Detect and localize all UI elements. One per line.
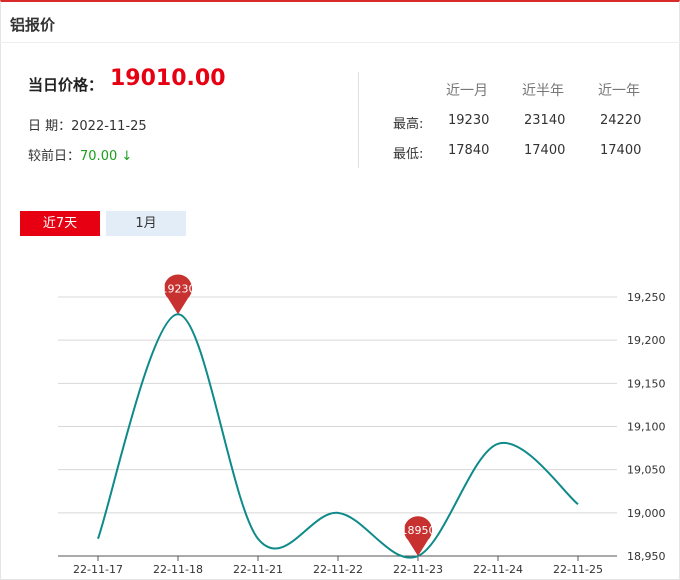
marker-label: 18950 <box>401 524 436 537</box>
price-series-line <box>97 313 579 559</box>
x-tick-label: 22-11-23 <box>393 563 443 576</box>
data-point-marker: 19230 <box>161 274 196 315</box>
data-point-marker: 18950 <box>401 516 436 556</box>
x-tick-label: 22-11-18 <box>153 563 203 576</box>
price-line-chart: 19,250 19,200 19,150 19,100 19,050 19,000 18,9… <box>58 274 666 576</box>
y-tick-label: 19,200 <box>627 334 666 347</box>
y-tick-label: 19,150 <box>627 377 666 390</box>
y-tick-label: 19,100 <box>627 421 666 434</box>
y-tick-label: 19,250 <box>627 291 666 304</box>
y-tick-label: 19,050 <box>627 464 666 477</box>
x-tick-label: 22-11-24 <box>473 563 523 576</box>
marker-label: 19230 <box>161 282 196 295</box>
x-tick-label: 22-11-22 <box>313 563 363 576</box>
x-tick-label: 22-11-25 <box>553 563 603 576</box>
x-tick-label: 22-11-21 <box>233 563 283 576</box>
x-tick-label: 22-11-17 <box>73 563 123 576</box>
y-tick-label: 18,950 <box>627 550 666 563</box>
y-tick-label: 19,000 <box>627 507 666 520</box>
